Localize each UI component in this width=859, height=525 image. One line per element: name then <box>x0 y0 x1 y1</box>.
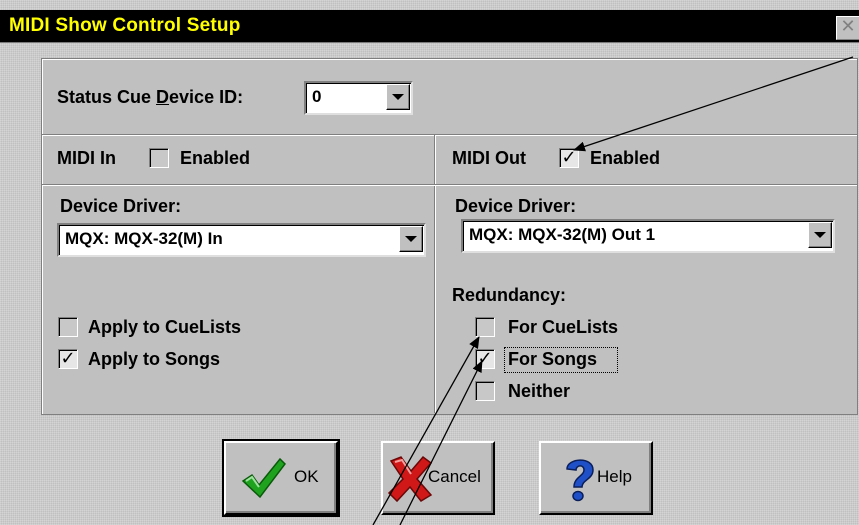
cancel-label: Cancel <box>428 467 481 486</box>
apply-to-songs-label[interactable]: Apply to Songs <box>88 349 220 370</box>
midi-out-title: MIDI Out <box>452 148 526 168</box>
status-cue-device-id-select[interactable]: 0 <box>304 81 413 115</box>
divider-vertical <box>434 135 436 413</box>
title-bar[interactable]: MIDI Show Control Setup ✕ <box>0 10 859 43</box>
apply-to-songs-checkbox[interactable]: ✓ <box>58 349 78 369</box>
ok-label: OK <box>294 467 319 486</box>
divider-middle <box>42 184 857 186</box>
apply-to-cuelists-label[interactable]: Apply to CueLists <box>88 317 241 338</box>
midi-in-title: MIDI In <box>57 148 116 168</box>
help-button[interactable]: Help <box>539 441 653 515</box>
status-cue-device-id-label: Status Cue Device ID: <box>57 87 244 107</box>
for-songs-checkbox[interactable]: ✓ <box>475 349 495 369</box>
apply-to-cuelists-checkbox[interactable] <box>58 317 78 337</box>
cancel-button[interactable]: Cancel <box>381 441 495 515</box>
neither-label[interactable]: Neither <box>508 381 570 402</box>
midi-in-device-driver-value: MQX: MQX-32(M) In <box>65 229 223 248</box>
for-cuelists-checkbox[interactable] <box>475 317 495 337</box>
chevron-down-icon[interactable] <box>386 84 410 110</box>
midi-show-control-dialog: MIDI Show Control Setup ✕ Status Cue Dev… <box>0 0 859 525</box>
midi-out-enabled-checkbox[interactable]: ✓ <box>559 148 579 168</box>
midi-in-enabled-label[interactable]: Enabled <box>180 148 250 169</box>
green-checkmark-icon <box>241 457 286 499</box>
midi-out-device-driver-value: MQX: MQX-32(M) Out 1 <box>469 225 656 244</box>
chevron-down-icon[interactable] <box>399 226 423 252</box>
midi-in-device-driver-label: Device Driver: <box>60 196 182 216</box>
chevron-down-icon[interactable] <box>808 222 832 248</box>
settings-panel: Status Cue Device ID: 0 MIDI In Enabled … <box>41 58 858 415</box>
midi-in-device-driver-select[interactable]: MQX: MQX-32(M) In <box>57 223 426 257</box>
midi-in-enabled-checkbox[interactable] <box>149 148 169 168</box>
midi-out-device-driver-label: Device Driver: <box>455 196 577 216</box>
focus-rectangle <box>504 347 618 373</box>
midi-out-enabled-label[interactable]: Enabled <box>590 148 660 169</box>
ok-button[interactable]: OK <box>222 439 340 517</box>
status-cue-device-id-value: 0 <box>312 87 322 106</box>
redundancy-label: Redundancy: <box>452 285 567 305</box>
for-cuelists-label[interactable]: For CueLists <box>508 317 618 338</box>
window-title: MIDI Show Control Setup <box>9 15 241 36</box>
divider-top <box>42 134 857 136</box>
help-label: Help <box>597 467 632 486</box>
neither-checkbox[interactable] <box>475 381 495 401</box>
close-icon[interactable]: ✕ <box>836 16 859 40</box>
midi-out-device-driver-select[interactable]: MQX: MQX-32(M) Out 1 <box>461 219 835 253</box>
